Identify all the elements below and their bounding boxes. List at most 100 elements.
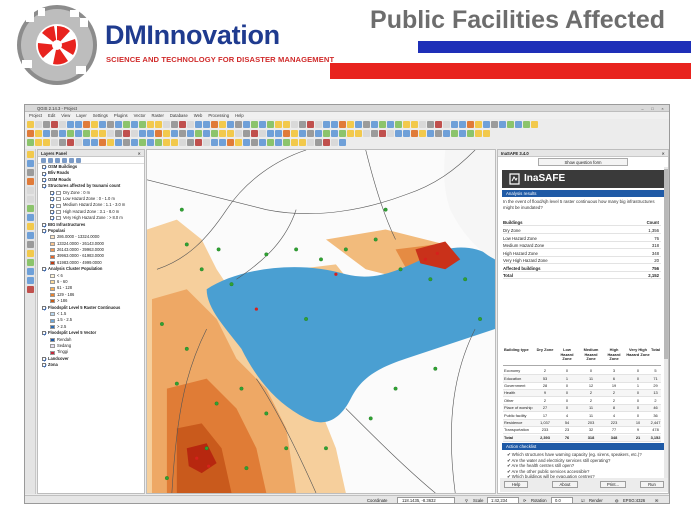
toolbar-tool-icon[interactable] [331, 130, 338, 137]
layer-visibility-checkbox[interactable] [42, 267, 47, 273]
add-layer-icon[interactable] [27, 268, 34, 275]
toolbar-tool-icon[interactable] [483, 130, 490, 137]
menu-item[interactable]: Settings [93, 112, 108, 119]
collapse-icon[interactable] [69, 158, 74, 163]
toolbar-tool-icon[interactable] [379, 121, 386, 128]
toolbar-tool-icon[interactable] [155, 121, 162, 128]
toolbar-tool-icon[interactable] [107, 130, 114, 137]
toolbar-tool-icon[interactable] [35, 130, 42, 137]
toolbar-tool-icon[interactable] [235, 139, 242, 146]
rotation-field[interactable]: 0.0 [551, 497, 573, 503]
toolbar-tool-icon[interactable] [331, 139, 338, 146]
about-button[interactable]: About [552, 481, 578, 488]
toolbar-tool-icon[interactable] [411, 121, 418, 128]
toolbar-tool-icon[interactable] [163, 139, 170, 146]
toolbar-tool-icon[interactable] [75, 121, 82, 128]
toolbar-tool-icon[interactable] [171, 130, 178, 137]
menu-item[interactable]: Layer [76, 112, 86, 119]
toolbar-tool-icon[interactable] [403, 121, 410, 128]
toolbar-tool-icon[interactable] [195, 121, 202, 128]
toolbar-tool-icon[interactable] [419, 130, 426, 137]
toolbar-tool-icon[interactable] [371, 121, 378, 128]
toolbar-tool-icon[interactable] [187, 130, 194, 137]
toolbar-tool-icon[interactable] [395, 130, 402, 137]
toolbar-tool-icon[interactable] [227, 121, 234, 128]
menu-item[interactable]: Database [170, 112, 188, 119]
scale-field[interactable]: 1:42,234 [487, 497, 519, 503]
toolbar-tool-icon[interactable] [235, 130, 242, 137]
toolbar-tool-icon[interactable] [147, 139, 154, 146]
toolbar-tool-icon[interactable] [123, 130, 130, 137]
toolbar-tool-icon[interactable] [59, 139, 66, 146]
add-layer-icon[interactable] [27, 178, 34, 185]
toolbar-tool-icon[interactable] [475, 121, 482, 128]
toolbar-tool-icon[interactable] [515, 121, 522, 128]
toolbar-tool-icon[interactable] [67, 130, 74, 137]
toolbar-tool-icon[interactable] [195, 139, 202, 146]
toolbar-tool-icon[interactable] [51, 121, 58, 128]
toolbar-tool-icon[interactable] [163, 130, 170, 137]
toolbar-tool-icon[interactable] [211, 139, 218, 146]
toolbar-tool-icon[interactable] [67, 121, 74, 128]
close-icon[interactable]: ✕ [137, 151, 141, 156]
inasafe-scrollbar[interactable] [664, 167, 668, 492]
minimize-icon[interactable]: – [639, 106, 646, 111]
add-layer-icon[interactable] [27, 169, 34, 176]
toolbar-tool-icon[interactable] [331, 121, 338, 128]
menu-item[interactable]: View [61, 112, 70, 119]
toolbar-tool-icon[interactable] [115, 121, 122, 128]
toolbar-tool-icon[interactable] [427, 130, 434, 137]
toolbar-tool-icon[interactable] [291, 121, 298, 128]
toolbar-tool-icon[interactable] [315, 139, 322, 146]
toolbar-tool-icon[interactable] [275, 130, 282, 137]
toolbar-tool-icon[interactable] [171, 121, 178, 128]
add-layer-icon[interactable] [27, 160, 34, 167]
layer-visibility-checkbox[interactable] [42, 177, 47, 183]
layer-visibility-checkbox[interactable] [42, 331, 47, 337]
toolbar-tool-icon[interactable] [131, 130, 138, 137]
toolbar-tool-icon[interactable] [67, 139, 74, 146]
toolbar-tool-icon[interactable] [107, 121, 114, 128]
toolbar-tool-icon[interactable] [203, 139, 210, 146]
toolbar-tool-icon[interactable] [131, 139, 138, 146]
render-checkbox[interactable]: ☑ [581, 496, 585, 503]
add-layer-icon[interactable] [27, 214, 34, 221]
layer-visibility-checkbox[interactable] [50, 216, 55, 222]
add-group-icon[interactable] [41, 158, 46, 163]
toolbar-tool-icon[interactable] [323, 121, 330, 128]
toolbar-tool-icon[interactable] [491, 121, 498, 128]
toolbar-tool-icon[interactable] [43, 121, 50, 128]
toolbar-tool-icon[interactable] [403, 130, 410, 137]
menu-item[interactable]: Help [235, 112, 244, 119]
expand-icon[interactable] [62, 158, 67, 163]
toolbar-tool-icon[interactable] [147, 121, 154, 128]
toolbar-tool-icon[interactable] [499, 121, 506, 128]
coordinate-field[interactable]: 118.1435, -8.3632 [397, 497, 455, 503]
menu-item[interactable]: Edit [48, 112, 55, 119]
toolbar-tool-icon[interactable] [179, 139, 186, 146]
layer-item[interactable]: Zona [38, 362, 144, 369]
toolbar-tool-icon[interactable] [251, 121, 258, 128]
toolbar-tool-icon[interactable] [523, 121, 530, 128]
toolbar-tool-icon[interactable] [531, 121, 538, 128]
toolbar-tool-icon[interactable] [99, 121, 106, 128]
print-button[interactable]: Print... [600, 481, 626, 488]
toolbar-tool-icon[interactable] [83, 139, 90, 146]
add-layer-icon[interactable] [27, 259, 34, 266]
toolbar-tool-icon[interactable] [395, 121, 402, 128]
menu-item[interactable]: Processing [208, 112, 229, 119]
layer-visibility-checkbox[interactable] [50, 190, 55, 196]
add-layer-icon[interactable] [27, 187, 34, 194]
close-icon[interactable]: ✕ [661, 151, 665, 156]
toolbar-tool-icon[interactable] [307, 121, 314, 128]
toolbar-tool-icon[interactable] [323, 139, 330, 146]
menu-item[interactable]: Raster [152, 112, 164, 119]
toolbar-tool-icon[interactable] [267, 121, 274, 128]
toolbar-tool-icon[interactable] [387, 121, 394, 128]
toolbar-tool-icon[interactable] [171, 139, 178, 146]
toolbar-tool-icon[interactable] [187, 139, 194, 146]
toolbar-tool-icon[interactable] [35, 139, 42, 146]
toolbar-tool-icon[interactable] [83, 130, 90, 137]
toolbar-tool-icon[interactable] [427, 121, 434, 128]
add-layer-icon[interactable] [27, 196, 34, 203]
